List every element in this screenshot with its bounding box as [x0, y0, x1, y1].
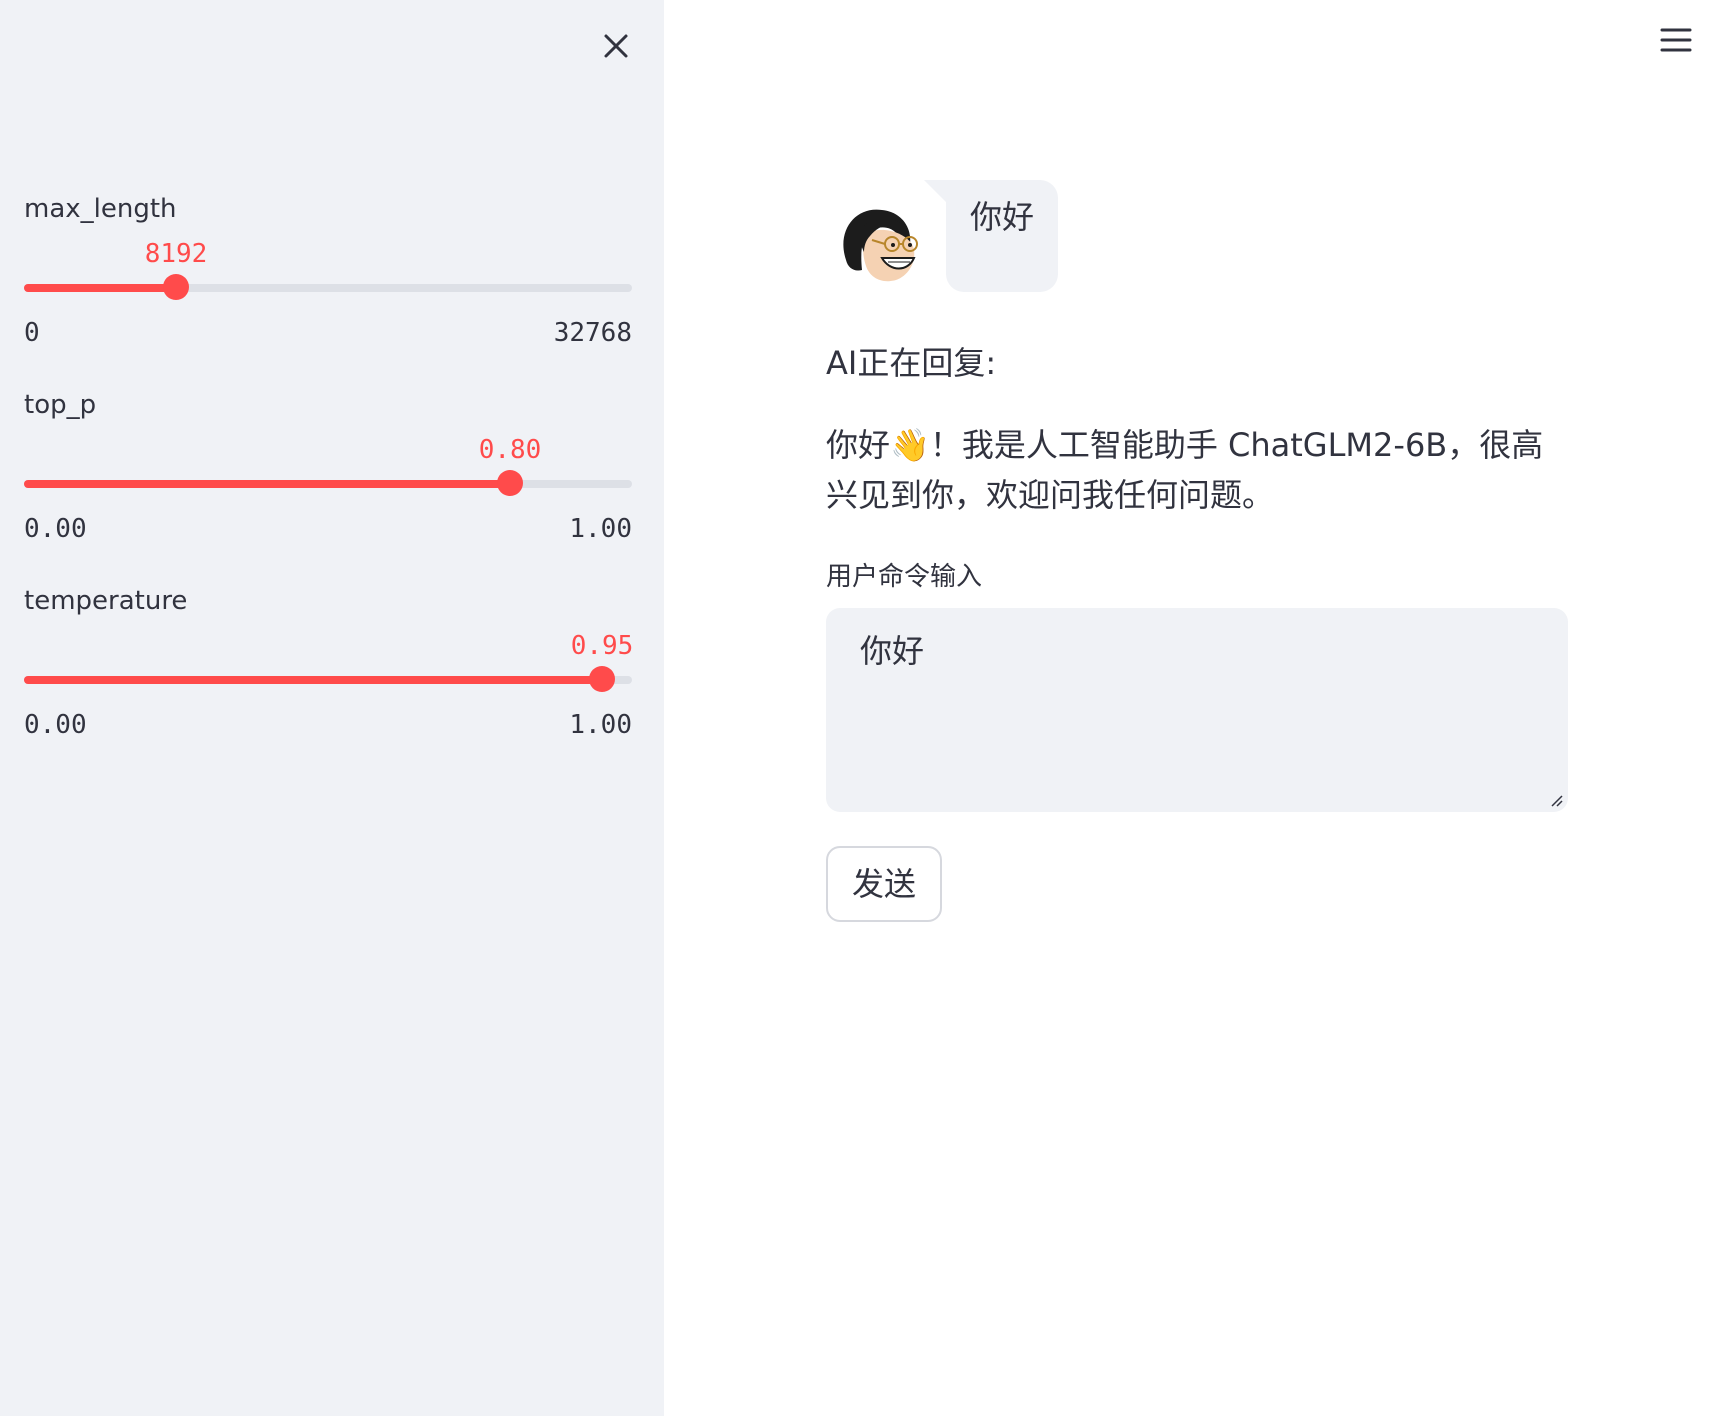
main-menu-button[interactable] — [1656, 20, 1696, 60]
input-label: 用户命令输入 — [826, 562, 983, 592]
ai-status-text: AI正在回复: — [826, 344, 997, 382]
slider-max: 1.00 — [569, 514, 632, 544]
slider-max: 1.00 — [569, 710, 632, 740]
close-icon[interactable] — [596, 26, 636, 66]
slider-track[interactable] — [24, 666, 632, 692]
slider-label: max_length — [24, 194, 177, 224]
slider-fill — [24, 480, 510, 488]
hamburger-menu-icon[interactable] — [1656, 20, 1696, 60]
slider-fill — [24, 284, 176, 292]
bubble-tail — [924, 180, 946, 202]
slider-value: 8192 — [144, 239, 208, 269]
slider-thumb[interactable] — [163, 274, 189, 300]
slider-max-length: max_length 8192 0 32768 — [24, 192, 632, 372]
sidebar: max_length 8192 0 32768 top_p 0.80 0.00 … — [0, 0, 664, 1416]
slider-label: temperature — [24, 586, 188, 616]
send-button[interactable]: 发送 — [826, 846, 942, 922]
slider-min: 0 — [24, 318, 40, 348]
slider-max: 32768 — [553, 318, 632, 348]
user-command-textarea[interactable]: 你好 — [826, 608, 1568, 812]
slider-top-p: top_p 0.80 0.00 1.00 — [24, 388, 632, 568]
slider-temperature: temperature 0.95 0.00 1.00 — [24, 584, 634, 764]
textarea-value[interactable]: 你好 — [860, 632, 924, 670]
slider-value: 0.95 — [570, 631, 634, 661]
ai-reply-text: 你好👋！我是人工智能助手 ChatGLM2-6B，很高兴见到你，欢迎问我任何问题… — [826, 426, 1544, 514]
user-message-bubble: 你好 — [946, 180, 1059, 292]
slider-min: 0.00 — [24, 710, 87, 740]
slider-label: top_p — [24, 390, 97, 420]
user-avatar-icon — [843, 209, 918, 282]
slider-thumb[interactable] — [589, 666, 615, 692]
slider-track[interactable] — [24, 470, 632, 496]
slider-value: 0.80 — [478, 435, 542, 465]
slider-min: 0.00 — [24, 514, 87, 544]
slider-track[interactable] — [24, 274, 632, 300]
slider-thumb[interactable] — [497, 470, 523, 496]
avatar — [832, 200, 924, 292]
resize-handle-icon[interactable] — [1548, 792, 1564, 808]
close-sidebar-button[interactable] — [596, 26, 636, 66]
slider-fill — [24, 676, 602, 684]
